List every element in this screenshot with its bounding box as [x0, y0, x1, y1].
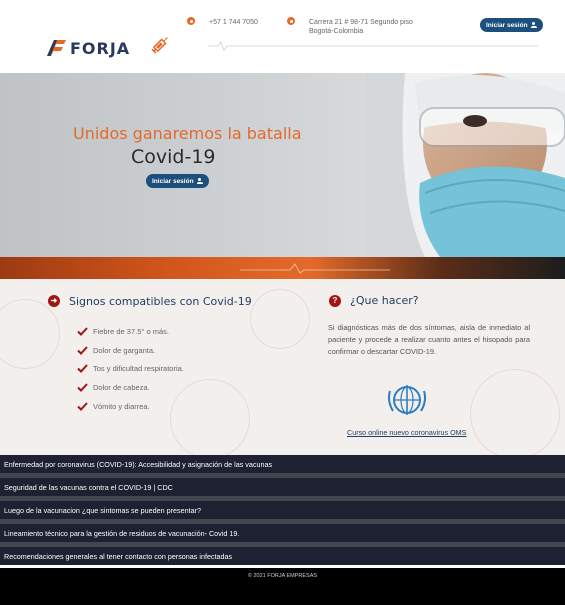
resource-link[interactable]: Lineamiento técnico para la gestión de r…: [0, 524, 565, 542]
who-course-link[interactable]: Curso online nuevo coronavirus OMS: [347, 428, 466, 437]
forja-logo[interactable]: FORJA: [44, 36, 130, 60]
check-icon: [77, 327, 88, 336]
address-line-2: Bogotá-Colombia: [309, 28, 364, 35]
symptom-label: Dolor de cabeza.: [93, 382, 150, 392]
symptoms-title: Signos compatibles con Covid-19: [69, 295, 252, 308]
list-item: Tos y dificultad respiratoria.: [77, 359, 184, 378]
question-icon: ?: [329, 295, 341, 307]
arrow-right-icon: ➜: [48, 295, 60, 307]
virus-decoration: [250, 289, 310, 349]
header-address: Carrera 21 # 98-71 Segundo piso Bogotá-C…: [309, 18, 413, 36]
list-item: Dolor de garganta.: [77, 341, 184, 360]
what-to-do-text: Si diagnósticas más de dos síntomas, ais…: [328, 323, 530, 357]
resource-link[interactable]: Enfermedad por coronavirus (COVID-19): A…: [0, 455, 565, 473]
virus-decoration: [0, 299, 60, 369]
symptom-label: Vómito y diarrea.: [93, 401, 150, 411]
symptoms-list: Fiebre de 37.5° o más. Dolor de garganta…: [77, 322, 184, 415]
brand-name: FORJA: [70, 38, 131, 58]
list-item: Dolor de cabeza.: [77, 378, 184, 397]
header-phone[interactable]: +57 1 744 7050: [209, 18, 258, 27]
hero-doctor-image: [365, 73, 565, 257]
check-icon: [77, 345, 88, 355]
who-globe-icon[interactable]: [385, 381, 429, 419]
header-login-button[interactable]: Iniciar sesión: [480, 18, 543, 32]
what-to-do-title: ¿Que hacer?: [350, 294, 419, 307]
login-label: Iniciar sesión: [486, 21, 528, 29]
forja-logo-icon: [47, 40, 66, 56]
site-footer: © 2021 FORJA EMPRESAS: [0, 568, 565, 605]
login-label: Iniciar sesión: [152, 177, 194, 185]
check-icon: [77, 383, 88, 392]
user-icon: [196, 178, 203, 184]
location-icon: [287, 17, 295, 25]
resource-link[interactable]: Luego de la vacunacion ¿que sintomas se …: [0, 501, 565, 519]
check-icon: [77, 364, 88, 374]
hero-subtitle: Covid-19: [131, 146, 216, 168]
syringe-icon: [151, 37, 168, 54]
list-item: Fiebre de 37.5° o más.: [77, 322, 184, 341]
hero-title: Unidos ganaremos la batalla: [73, 124, 302, 143]
hero-login-button[interactable]: Iniciar sesión: [146, 174, 209, 188]
virus-decoration: [470, 369, 560, 455]
user-icon: [530, 22, 537, 28]
heartbeat-line: [208, 41, 538, 51]
symptom-label: Dolor de garganta.: [93, 345, 156, 355]
list-item: Vómito y diarrea.: [77, 397, 184, 416]
hero-banner: Unidos ganaremos la batalla Covid-19 Ini…: [0, 73, 565, 257]
heartbeat-line: [240, 263, 390, 274]
symptom-label: Fiebre de 37.5° o más.: [93, 326, 169, 336]
check-icon: [77, 401, 88, 411]
address-line-1: Carrera 21 # 98-71 Segundo piso: [309, 19, 413, 26]
copyright: © 2021 FORJA EMPRESAS: [247, 573, 318, 579]
resource-link[interactable]: Recomendaciones generales al tener conta…: [0, 547, 565, 565]
resource-link[interactable]: Seguridad de las vacunas contra el COVID…: [0, 478, 565, 496]
phone-icon: [187, 17, 195, 25]
symptom-label: Tos y dificultad respiratoria.: [93, 364, 184, 374]
resource-links: Enfermedad por coronavirus (COVID-19): A…: [0, 455, 565, 565]
site-header: FORJA +57 1 744 7050 Carrera 21 # 98-71 …: [0, 0, 565, 73]
